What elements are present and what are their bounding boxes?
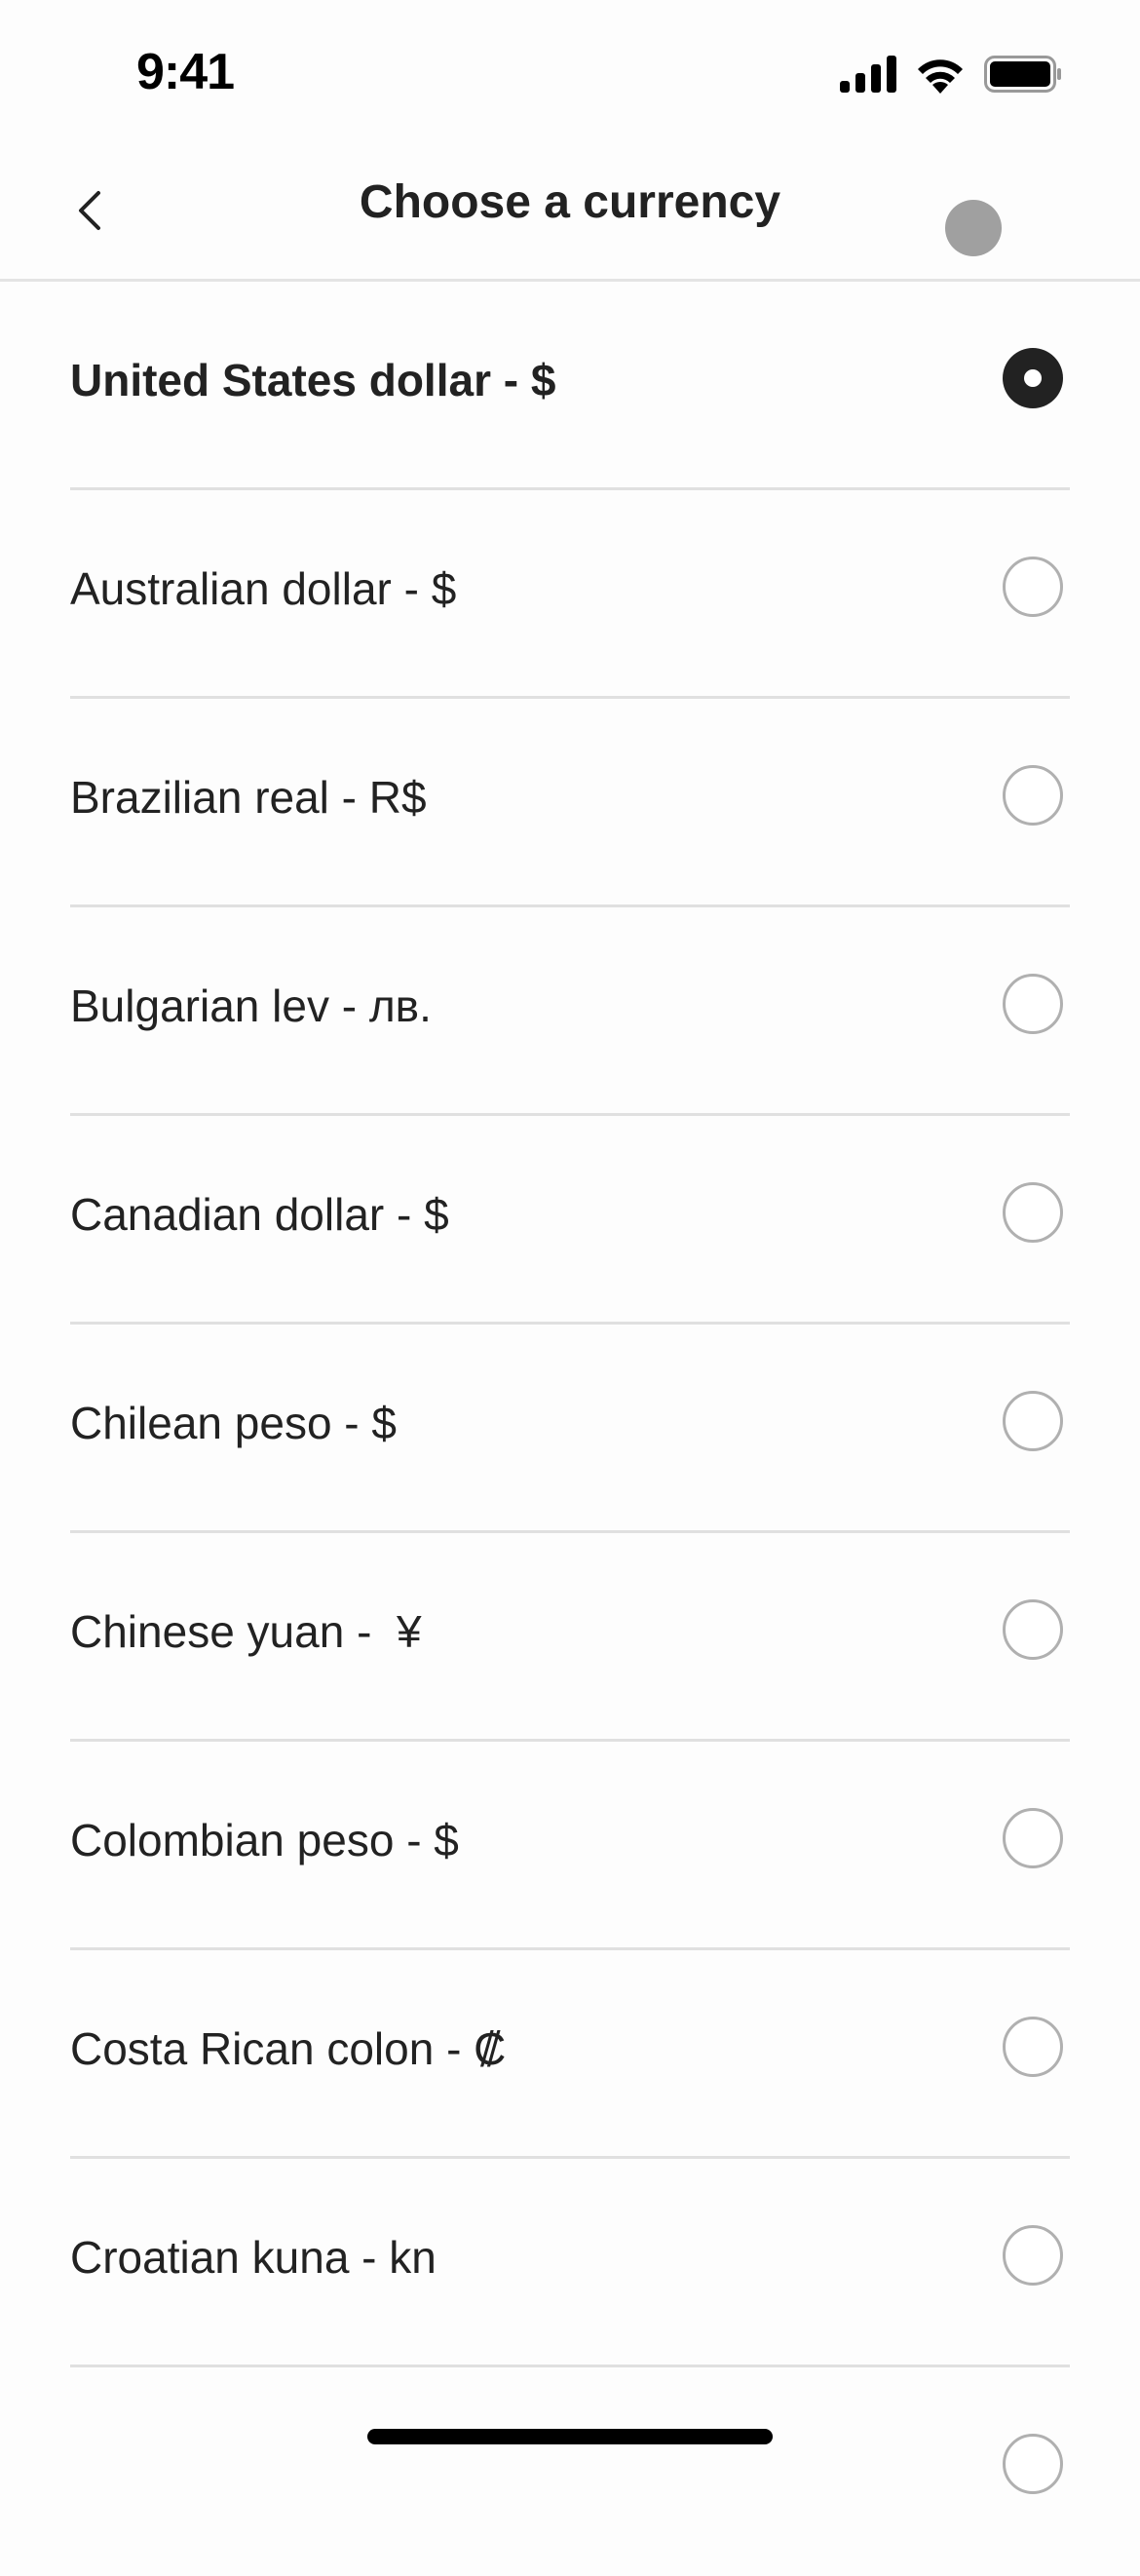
radio-button[interactable] <box>1003 2434 1063 2494</box>
status-bar: 9:41 <box>0 0 1140 146</box>
currency-option[interactable]: Chinese yuan - ¥ <box>0 1533 1140 1742</box>
currency-label: Australian dollar - $ <box>70 563 457 614</box>
cellular-signal-icon <box>840 56 896 97</box>
radio-button[interactable] <box>1003 1599 1063 1660</box>
currency-option[interactable]: Chilean peso - $ <box>0 1325 1140 1533</box>
battery-icon <box>984 56 1062 97</box>
currency-option[interactable]: Brazilian real - R$ <box>0 699 1140 907</box>
currency-label: Bulgarian lev - лв. <box>70 980 432 1031</box>
currency-option[interactable]: Croatian kuna - kn <box>0 2159 1140 2367</box>
currency-option[interactable] <box>0 2367 1140 2576</box>
radio-button[interactable] <box>1003 557 1063 617</box>
radio-button[interactable] <box>1003 1808 1063 1868</box>
currency-option[interactable]: Bulgarian lev - лв. <box>0 907 1140 1116</box>
home-indicator[interactable] <box>367 2429 773 2444</box>
radio-button[interactable] <box>1003 1182 1063 1243</box>
currency-option[interactable]: Canadian dollar - $ <box>0 1116 1140 1325</box>
radio-button[interactable] <box>1003 1391 1063 1451</box>
currency-option[interactable]: Costa Rican colon - ₡ <box>0 1950 1140 2159</box>
currency-label: Chinese yuan - ¥ <box>70 1606 422 1657</box>
currency-option[interactable]: Colombian peso - $ <box>0 1742 1140 1950</box>
currency-label: Brazilian real - R$ <box>70 772 427 823</box>
navigation-header: Choose a currency <box>0 146 1140 282</box>
radio-button[interactable] <box>1003 974 1063 1034</box>
currency-list: United States dollar - $ Australian doll… <box>0 282 1140 2576</box>
currency-label: Canadian dollar - $ <box>70 1189 449 1240</box>
radio-button[interactable] <box>1003 765 1063 826</box>
currency-label: Croatian kuna - kn <box>70 2232 437 2283</box>
wifi-icon <box>916 55 965 98</box>
status-icons <box>840 55 1062 98</box>
currency-label: Colombian peso - $ <box>70 1815 459 1865</box>
currency-label: Chilean peso - $ <box>70 1398 397 1448</box>
currency-label: Costa Rican colon - ₡ <box>70 2023 507 2074</box>
radio-button-selected[interactable] <box>1003 348 1063 408</box>
floating-dot-indicator <box>945 200 1002 256</box>
currency-label: United States dollar - $ <box>70 355 556 405</box>
currency-option[interactable]: United States dollar - $ <box>0 282 1140 490</box>
status-time: 9:41 <box>136 44 235 100</box>
radio-button[interactable] <box>1003 2225 1063 2286</box>
currency-option[interactable]: Australian dollar - $ <box>0 490 1140 699</box>
radio-button[interactable] <box>1003 2017 1063 2077</box>
